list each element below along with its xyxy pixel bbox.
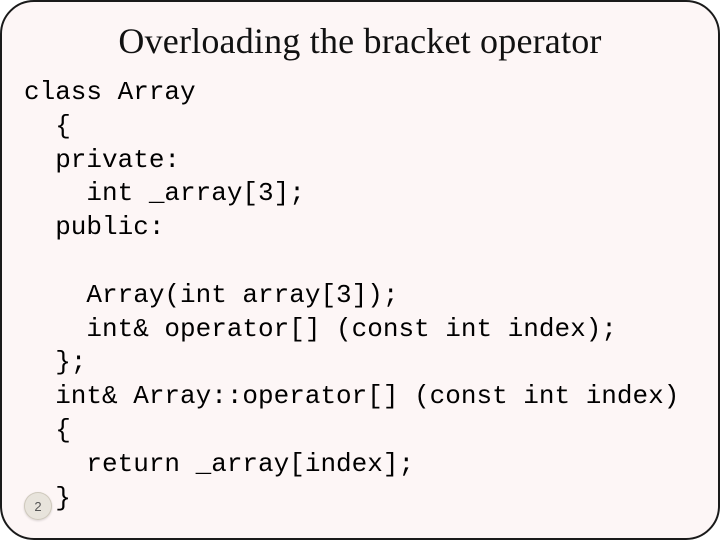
code-block: class Array { private: int _array[3]; pu… [24,76,700,515]
code-line: { [24,111,71,141]
code-line: public: [24,212,164,242]
slide-number: 2 [34,499,41,514]
code-line: }; [24,347,86,377]
code-line: Array(int array[3]); [24,280,398,310]
code-line: int& operator[] (const int index); [24,314,617,344]
slide-container: Overloading the bracket operator class A… [0,0,720,540]
code-line: private: [24,145,180,175]
code-line: class Array [24,77,196,107]
slide-number-badge: 2 [24,492,52,520]
code-line: return _array[index]; [24,449,414,479]
code-line: int _array[3]; [24,178,305,208]
slide-title: Overloading the bracket operator [20,20,700,62]
code-line: { [24,415,71,445]
code-line: int& Array::operator[] (const int index) [24,381,679,411]
